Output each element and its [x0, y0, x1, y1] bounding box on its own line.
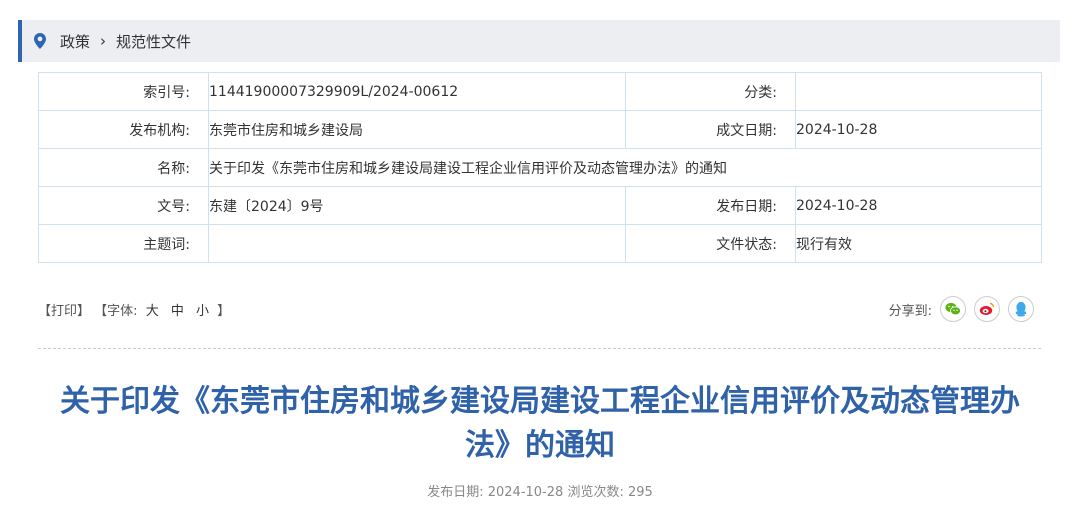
qq-icon[interactable]	[1008, 296, 1034, 322]
chevron-right-icon: ›	[100, 32, 107, 50]
index-value: 11441900007329909L/2024-00612	[208, 72, 626, 111]
category-value	[795, 72, 1042, 111]
article-meta: 发布日期: 2024-10-28 浏览次数: 295	[0, 481, 1080, 500]
breadcrumb-item-normative-docs[interactable]: 规范性文件	[116, 31, 191, 52]
font-size-prefix: 【字体:	[94, 304, 138, 319]
article-publish-date: 2024-10-28	[487, 485, 564, 500]
meta-row-name: 名称: 关于印发《东莞市住房和城乡建设局建设工程企业信用评价及动态管理办法》的通…	[38, 148, 1042, 187]
font-small-button[interactable]: 小	[196, 300, 209, 319]
meta-row-subject: 主题词: 文件状态: 现行有效	[38, 224, 1042, 263]
status-value: 现行有效	[795, 224, 1042, 263]
wechat-icon[interactable]	[940, 296, 966, 322]
written-date-label: 成文日期:	[625, 110, 796, 149]
location-pin-icon	[34, 33, 46, 49]
status-label: 文件状态:	[625, 224, 796, 263]
publisher-label: 发布机构:	[38, 110, 209, 149]
name-label: 名称:	[38, 148, 209, 187]
meta-row-index: 索引号: 11441900007329909L/2024-00612 分类:	[38, 72, 1042, 111]
font-medium-button[interactable]: 中	[171, 300, 184, 319]
written-date-value: 2024-10-28	[795, 110, 1042, 149]
name-value: 关于印发《东莞市住房和城乡建设局建设工程企业信用评价及动态管理办法》的通知	[208, 148, 1042, 187]
weibo-icon[interactable]	[974, 296, 1000, 322]
meta-row-publisher: 发布机构: 东莞市住房和城乡建设局 成文日期: 2024-10-28	[38, 110, 1042, 149]
publish-date-label: 发布日期:	[625, 186, 796, 225]
share-bar: 分享到:	[889, 296, 1034, 322]
article-views-label: 浏览次数:	[567, 485, 624, 500]
share-label: 分享到:	[888, 303, 932, 319]
doc-no-value: 东建〔2024〕9号	[208, 186, 626, 225]
publisher-value: 东莞市住房和城乡建设局	[208, 110, 626, 149]
print-button[interactable]: 【打印】	[38, 300, 90, 319]
subject-value	[208, 224, 626, 263]
page: 政策 › 规范性文件 索引号: 11441900007329909L/2024-…	[0, 0, 1080, 521]
doc-no-label: 文号:	[38, 186, 209, 225]
font-size-suffix: 】	[217, 304, 231, 319]
document-meta-table: 索引号: 11441900007329909L/2024-00612 分类: 发…	[38, 72, 1042, 263]
article-title: 关于印发《东莞市住房和城乡建设局建设工程企业信用评价及动态管理办法》的通知	[60, 384, 1020, 463]
breadcrumb-item-policy[interactable]: 政策	[60, 31, 90, 52]
meta-row-doc-no: 文号: 东建〔2024〕9号 发布日期: 2024-10-28	[38, 186, 1042, 225]
article-publish-label: 发布日期:	[427, 485, 484, 500]
subject-label: 主题词:	[38, 224, 209, 263]
category-label: 分类:	[625, 72, 796, 111]
font-large-button[interactable]: 大	[146, 300, 159, 319]
page-tools: 【打印】 【字体: 大 中 小 】	[38, 300, 230, 319]
article-views-count: 295	[627, 485, 653, 500]
publish-date-value: 2024-10-28	[795, 186, 1042, 225]
section-divider	[38, 348, 1041, 349]
index-label: 索引号:	[38, 72, 209, 111]
breadcrumb: 政策 › 规范性文件	[18, 20, 1060, 62]
